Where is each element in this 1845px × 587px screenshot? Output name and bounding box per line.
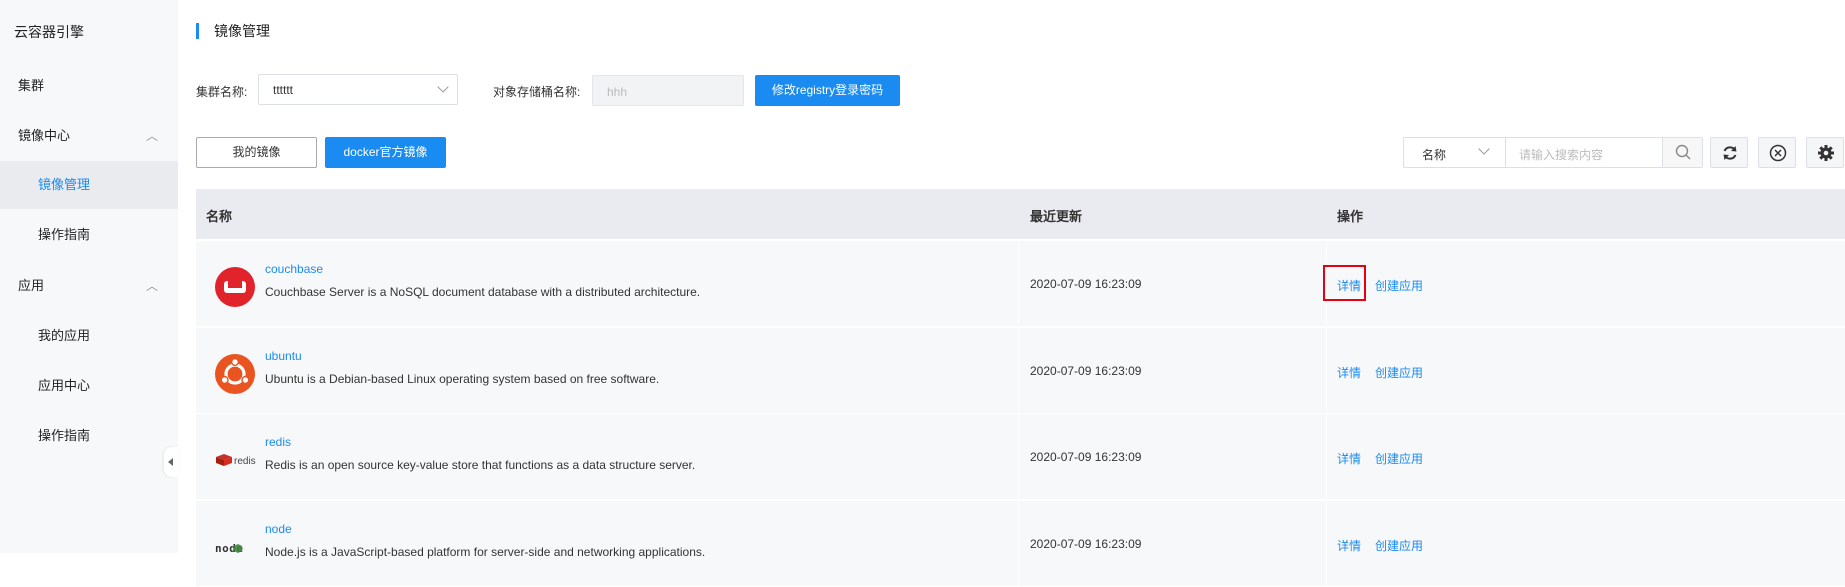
sidebar-item-my-apps[interactable]: 我的应用 — [0, 312, 178, 360]
chevron-down-icon — [437, 81, 449, 93]
refresh-button[interactable] — [1710, 137, 1748, 168]
table-header: 名称 最近更新 操作 — [196, 189, 1845, 239]
image-description: Redis is an open source key-value store … — [265, 458, 696, 472]
svg-text:redis: redis — [234, 456, 256, 467]
sidebar-item-label: 镜像管理 — [38, 177, 91, 192]
chevron-down-icon — [1478, 143, 1490, 155]
sidebar-group-apps[interactable]: 应用 ︿ — [0, 262, 178, 310]
table-row: redis redis Redis is an open source key-… — [196, 413, 1845, 500]
cluster-select[interactable]: tttttt — [258, 74, 458, 105]
tab-docker-official-images[interactable]: docker官方镜像 — [325, 137, 446, 168]
image-name-link[interactable]: ubuntu — [265, 349, 302, 363]
cluster-select-value: tttttt — [273, 83, 294, 97]
edit-registry-password-button[interactable]: 修改registry登录密码 — [755, 75, 900, 106]
chevron-up-icon: ︿ — [145, 279, 158, 293]
brand-title: 云容器引擎 — [14, 24, 84, 40]
sidebar-item-label: 应用中心 — [38, 378, 91, 393]
sidebar-item-label: 集群 — [18, 78, 45, 93]
create-app-link[interactable]: 创建应用 — [1375, 364, 1423, 381]
search-field-select[interactable]: 名称 — [1404, 138, 1506, 167]
column-header-updated: 最近更新 — [1030, 209, 1083, 224]
image-name-link[interactable]: couchbase — [265, 262, 323, 276]
page-title: 镜像管理 — [196, 22, 270, 40]
detail-link[interactable]: 详情 — [1337, 450, 1361, 467]
column-header-name: 名称 — [206, 209, 233, 224]
create-app-link[interactable]: 创建应用 — [1375, 277, 1423, 294]
sidebar-item-label: 操作指南 — [38, 227, 91, 242]
image-updated-time: 2020-07-09 16:23:09 — [1030, 537, 1142, 551]
sidebar-item-guide-apps[interactable]: 操作指南 — [0, 412, 178, 460]
settings-button[interactable] — [1806, 137, 1844, 168]
table-row: node node Node.js is a JavaScript-based … — [196, 500, 1845, 587]
detail-link[interactable]: 详情 — [1337, 364, 1361, 381]
sidebar-item-label: 应用 — [18, 278, 45, 293]
refresh-icon — [1723, 146, 1737, 160]
cluster-label: 集群名称: — [196, 85, 248, 99]
tab-my-images[interactable]: 我的镜像 — [196, 137, 317, 168]
bucket-input: hhh — [592, 75, 744, 106]
sidebar-item-app-center[interactable]: 应用中心 — [0, 362, 178, 410]
image-description: Couchbase Server is a NoSQL document dat… — [265, 285, 701, 299]
search-icon — [1675, 144, 1691, 160]
sidebar-group-image-center[interactable]: 镜像中心 ︿ — [0, 112, 178, 160]
column-header-ops: 操作 — [1337, 209, 1364, 224]
image-name-link[interactable]: node — [265, 522, 292, 536]
chevron-up-icon: ︿ — [145, 129, 158, 143]
bucket-input-value: hhh — [607, 85, 628, 99]
ubuntu-logo — [215, 354, 255, 394]
image-description: Ubuntu is a Debian-based Linux operating… — [265, 372, 660, 386]
search-button[interactable] — [1662, 138, 1702, 167]
image-updated-time: 2020-07-09 16:23:09 — [1030, 364, 1142, 378]
detail-link[interactable]: 详情 — [1337, 537, 1361, 554]
search-field-value: 名称 — [1422, 148, 1447, 162]
sidebar-item-label: 镜像中心 — [18, 128, 71, 143]
sidebar-item-guide[interactable]: 操作指南 — [0, 211, 178, 259]
search-input[interactable]: 请输入搜索内容 — [1519, 146, 1603, 163]
table-row: ubuntu Ubuntu is a Debian-based Linux op… — [196, 327, 1845, 414]
image-description: Node.js is a JavaScript-based platform f… — [265, 545, 706, 559]
close-circle-icon — [1769, 144, 1787, 162]
clear-button[interactable] — [1758, 137, 1796, 168]
image-updated-time: 2020-07-09 16:23:09 — [1030, 277, 1142, 291]
create-app-link[interactable]: 创建应用 — [1375, 537, 1423, 554]
image-updated-time: 2020-07-09 16:23:09 — [1030, 450, 1142, 464]
sidebar-item-label: 操作指南 — [38, 428, 91, 443]
sidebar-item-label: 我的应用 — [38, 328, 91, 343]
search-group: 名称 请输入搜索内容 — [1403, 137, 1703, 168]
redis-logo: redis — [216, 454, 256, 467]
highlight-box — [1323, 265, 1366, 301]
create-app-link[interactable]: 创建应用 — [1375, 450, 1423, 467]
sidebar-item-image-management[interactable]: 镜像管理 — [0, 161, 178, 209]
image-name-link[interactable]: redis — [265, 435, 291, 449]
sidebar-item-cluster[interactable]: 集群 — [0, 62, 178, 110]
couchbase-logo — [215, 267, 255, 307]
sidebar: 云容器引擎 集群 镜像中心 ︿ 镜像管理 操作指南 应用 ︿ 我的应用 应用中心… — [0, 0, 178, 553]
bucket-label: 对象存储桶名称: — [493, 85, 581, 99]
gear-icon — [1818, 145, 1834, 161]
collapse-left-icon[interactable] — [164, 447, 178, 477]
table-row: couchbase Couchbase Server is a NoSQL do… — [196, 240, 1845, 327]
node-logo: node — [215, 542, 243, 555]
